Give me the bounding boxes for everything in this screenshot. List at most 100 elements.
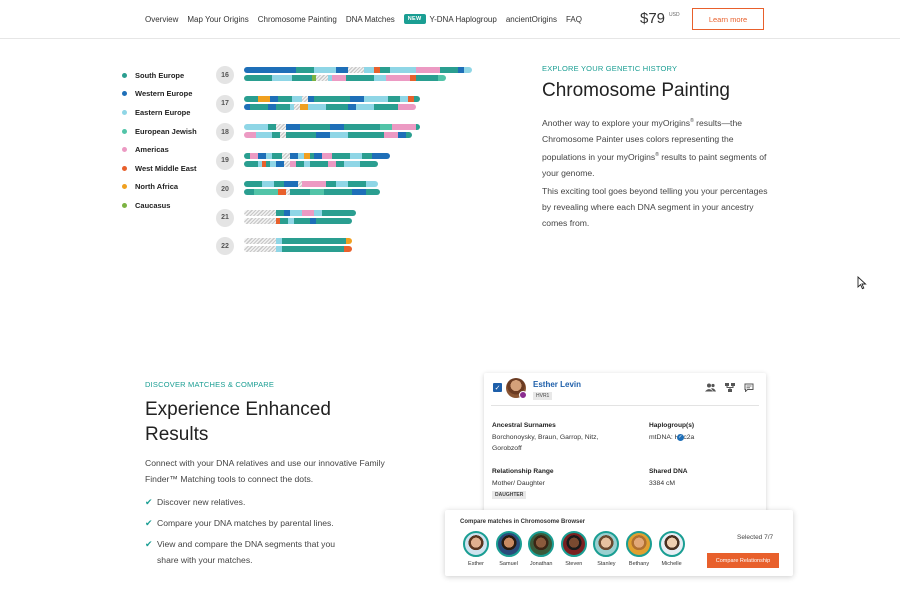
chromosome-segment <box>348 67 364 73</box>
feature-item: ✔ View and compare the DNA segments that … <box>145 536 347 568</box>
chromosome-segment <box>292 75 312 81</box>
nav-link-chromosome-painting[interactable]: Chromosome Painting <box>258 15 337 24</box>
nav-link-overview[interactable]: Overview <box>145 15 178 24</box>
chromosome-segment <box>322 152 332 159</box>
chromosome-segment <box>280 217 288 224</box>
chromosome-segment <box>366 181 378 187</box>
chromosome-strand <box>244 217 352 224</box>
family-tree-icon[interactable] <box>725 383 735 392</box>
match-person[interactable]: Jonathan <box>524 531 558 567</box>
match-person[interactable]: Samuel <box>492 531 526 567</box>
surnames-value: Borchonoysky, Braun, Garrop, Nitz, Gorob… <box>492 434 599 452</box>
avatar <box>593 531 620 557</box>
chromosome-segment <box>276 124 286 130</box>
legend-label: North Africa <box>135 182 179 192</box>
legend-dot-icon <box>122 184 127 190</box>
avatar <box>528 531 555 557</box>
chromosome-segment <box>384 132 398 138</box>
chromosome-segment <box>254 189 278 195</box>
nav-link-dna-matches[interactable]: DNA Matches <box>346 15 395 24</box>
chromosome-segment <box>270 95 278 102</box>
match-person[interactable]: Stanley <box>589 531 623 567</box>
chromosome-strand <box>244 67 472 73</box>
chromosome-segment <box>346 238 352 244</box>
chromosome-segment <box>258 95 270 102</box>
chromosome-segment <box>398 132 406 138</box>
person-name: Stanley <box>597 561 616 567</box>
legend-dot-icon <box>122 91 127 97</box>
legend-label: Caucasus <box>135 200 171 210</box>
chromosome-segment <box>326 103 348 110</box>
chromosome-strand <box>244 238 352 244</box>
match-person[interactable]: Esther <box>459 531 493 567</box>
match-person[interactable]: Steven <box>557 531 591 567</box>
nav-link-y-dna-haplogroup[interactable]: Y-DNA Haplogroup <box>430 15 497 24</box>
avatar <box>560 531 587 557</box>
feature-item: ✔ Discover new relatives. <box>145 494 347 510</box>
chromosome-segment <box>282 238 346 244</box>
chromosome-segment <box>244 189 254 195</box>
relationship-tag: DAUGHTER <box>492 491 527 499</box>
compare-panel: Compare matches in Chromosome Browser Es… <box>445 510 793 576</box>
chromosome-segment <box>330 132 348 138</box>
divider <box>491 405 759 406</box>
chromosome-segment <box>414 95 420 102</box>
legend-dot-icon <box>122 109 127 115</box>
match-checkbox[interactable]: ✓ <box>493 383 502 392</box>
feature-list: ✔ Discover new relatives. ✔ Compare your D… <box>145 494 347 573</box>
match-person[interactable]: Bethany <box>622 531 656 567</box>
chromosome-segment <box>322 209 356 216</box>
legend-label: Americas <box>135 145 169 155</box>
chromosome-strand <box>244 246 352 252</box>
chromosome-segment <box>344 160 360 167</box>
chromosome-segment <box>286 132 316 138</box>
chromosome-segment <box>314 152 322 159</box>
legend-dot-icon <box>122 72 127 78</box>
chromosome-segment <box>244 132 256 138</box>
chromosome-segment <box>302 181 326 187</box>
legend-dot-icon <box>122 165 127 171</box>
legend-item: Western Europe <box>122 85 197 104</box>
chromosome-number: 21 <box>216 208 234 227</box>
chromosome-segment <box>244 160 258 167</box>
chromosome-segment <box>262 181 274 187</box>
chromosome-segment <box>336 181 348 187</box>
chromosome-segment <box>244 238 276 244</box>
message-icon[interactable] <box>744 383 754 392</box>
learn-more-button[interactable]: Learn more <box>692 8 764 30</box>
mouse-cursor-icon <box>857 276 867 290</box>
surnames-label: Ancestral Surnames <box>492 422 556 429</box>
chromosome-number: 22 <box>216 237 234 255</box>
price-currency: USD <box>669 12 680 18</box>
nav-link-faq[interactable]: FAQ <box>566 15 582 24</box>
chromosome-number: 17 <box>216 94 234 113</box>
chromosome-segment <box>332 152 350 159</box>
chromosome-segment <box>296 160 304 167</box>
chromosome-segment <box>250 103 268 110</box>
people-icon[interactable] <box>705 383 716 392</box>
match-person[interactable]: Michelle <box>655 531 689 567</box>
person-name: Steven <box>565 561 583 567</box>
section-description-2: This exciting tool goes beyond telling y… <box>542 186 768 228</box>
chromosome-segment <box>310 160 328 167</box>
haplogroup-label: Haplogroup(s) <box>649 422 695 429</box>
new-badge: NEW <box>403 14 426 24</box>
person-name: Esther <box>468 561 484 567</box>
top-nav: Overview Map Your Origins Chromosome Pai… <box>0 0 900 39</box>
chromosome-segment <box>282 152 290 159</box>
match-name[interactable]: Esther Levin <box>533 380 581 389</box>
profile-badge-icon <box>519 391 527 399</box>
chromosome-segment <box>244 75 272 81</box>
nav-link-ancient-origins[interactable]: ancientOrigins <box>506 15 557 24</box>
section-eyebrow: EXPLORE YOUR GENETIC HISTORY <box>542 64 678 73</box>
nav-link-map-your-origins[interactable]: Map Your Origins <box>187 15 248 24</box>
chromosome-segment <box>326 181 336 187</box>
chromosome-segment <box>276 209 284 216</box>
selected-count: Selected 7/7 <box>737 534 774 541</box>
verified-icon: ✓ <box>677 433 684 441</box>
compare-relationship-button[interactable]: Compare Relationship <box>707 553 779 568</box>
chromosome-segment <box>440 67 458 73</box>
chromosome-strand <box>244 103 416 110</box>
chromosome-segment <box>388 95 400 102</box>
person-name: Bethany <box>628 561 650 567</box>
